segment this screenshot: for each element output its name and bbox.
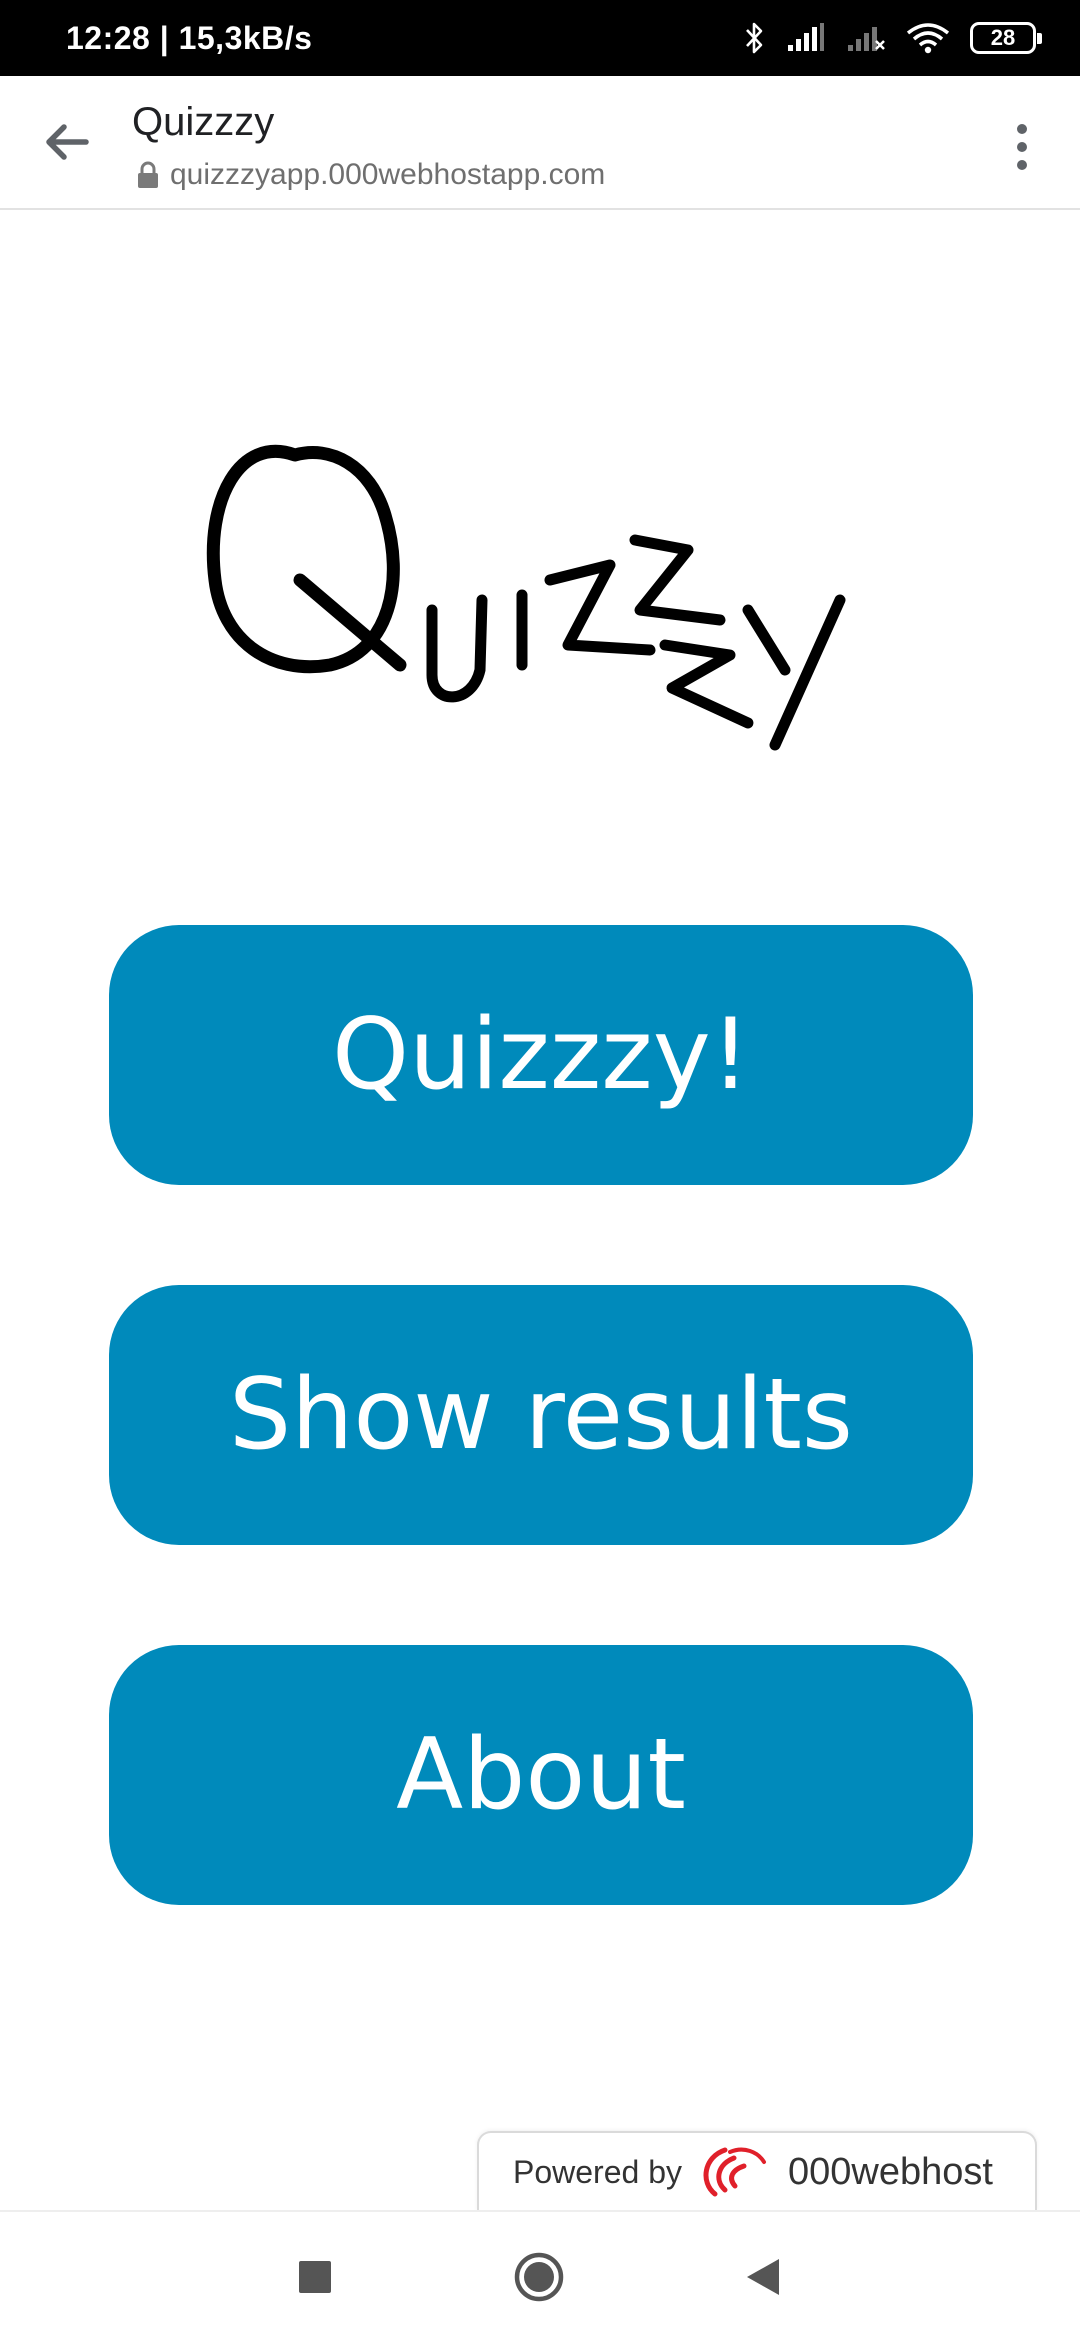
lock-icon — [138, 161, 158, 188]
webhost-logo-icon — [703, 2147, 766, 2197]
circle-icon — [514, 2252, 564, 2302]
more-options-button[interactable] — [992, 112, 1052, 182]
powered-by-label: Powered by — [513, 2153, 682, 2190]
nav-back-button[interactable] — [732, 2246, 794, 2308]
wifi-icon — [906, 21, 950, 55]
recents-button[interactable] — [284, 2246, 346, 2308]
more-vert-icon — [1017, 124, 1027, 170]
show-results-button[interactable]: Show results — [109, 1285, 973, 1545]
status-time-speed: 12:28 | 15,3kB/s — [66, 19, 313, 56]
battery-icon: 28 — [970, 22, 1042, 54]
battery-level: 28 — [990, 25, 1016, 50]
quiz-button[interactable]: Quizzzy! — [109, 925, 973, 1185]
system-nav-bar — [0, 2210, 1080, 2340]
browser-toolbar: Quizzzy quizzzyapp.000webhostapp.com — [0, 76, 1080, 210]
powered-by-badge[interactable]: Powered by 000webhost — [477, 2131, 1037, 2211]
url-bar[interactable]: quizzzyapp.000webhostapp.com — [136, 158, 605, 192]
arrow-left-icon — [46, 124, 89, 160]
about-button[interactable]: About — [109, 1645, 973, 1905]
host-name: 000webhost — [787, 2150, 993, 2193]
triangle-back-icon — [747, 2259, 779, 2295]
home-button[interactable] — [508, 2246, 570, 2308]
bluetooth-icon — [744, 21, 766, 55]
square-icon — [299, 2261, 331, 2293]
status-bar: 12:28 | 15,3kB/s 28 — [0, 0, 1080, 76]
back-button[interactable] — [36, 112, 96, 172]
signal-icon — [786, 23, 826, 53]
app-logo — [200, 430, 860, 790]
status-icons: 28 — [744, 21, 1042, 55]
signal-icon — [846, 23, 886, 53]
url-text: quizzzyapp.000webhostapp.com — [170, 158, 606, 191]
page-title: Quizzzy — [132, 100, 275, 144]
